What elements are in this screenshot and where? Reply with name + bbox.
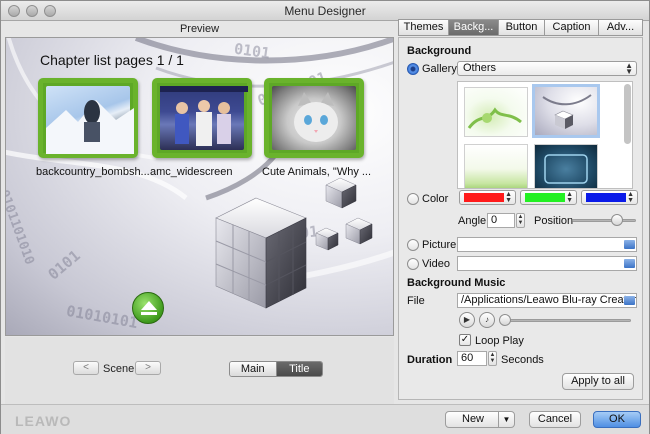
tab-background[interactable]: Backg... <box>448 19 498 36</box>
title-bar: Menu Designer <box>1 1 649 21</box>
angle-field[interactable]: 0 <box>487 213 515 228</box>
video-label-text: Video <box>422 258 450 270</box>
angle-stepper[interactable]: ▲ ▼ <box>516 213 525 228</box>
picture-label: Picture <box>422 239 457 251</box>
main-toggle-button[interactable]: Main <box>230 362 277 376</box>
chapter-thumbnail[interactable] <box>38 78 138 158</box>
gallery-label: Gallery <box>422 63 457 75</box>
music-folder-icon[interactable] <box>624 296 635 305</box>
main-title-toggle: Main Title <box>229 361 323 377</box>
gallery-scrollbar[interactable] <box>624 84 631 144</box>
select-arrows-icon: ▲ ▼ <box>627 191 634 204</box>
background-gallery <box>457 81 633 189</box>
picture-folder-icon[interactable] <box>624 240 635 249</box>
color-swatch <box>586 193 626 202</box>
settings-tabs: Themes Backg... Button Caption Adv... <box>398 19 643 37</box>
color-swatch <box>464 193 504 202</box>
new-button-label: New <box>462 413 485 425</box>
preview-canvas: 0101 01010101 0101101010 0101 01010101 0… <box>5 37 394 336</box>
background-music-section-title: Background Music <box>407 277 506 289</box>
title-toggle-button[interactable]: Title <box>276 362 322 376</box>
window-title: Menu Designer <box>284 4 366 18</box>
loop-play-label: Loop Play <box>475 335 524 347</box>
music-volume-icon[interactable]: ♪ <box>479 312 495 328</box>
duration-label: Duration <box>407 354 453 366</box>
tab-advanced[interactable]: Adv... <box>598 19 643 36</box>
select-arrows-icon: ▲ ▼ <box>505 191 512 204</box>
gallery-category-select[interactable]: Others ▲ ▼ <box>457 61 637 76</box>
tab-button[interactable]: Button <box>498 19 544 36</box>
thumbnail-image <box>46 86 134 154</box>
scene-next-button[interactable]: > <box>135 361 161 375</box>
gallery-thumbnail[interactable] <box>464 144 528 188</box>
video-path-field[interactable] <box>457 256 637 271</box>
position-slider-knob[interactable] <box>610 214 623 226</box>
select-arrows-icon: ▲ ▼ <box>566 191 573 204</box>
position-label: Position <box>534 215 574 227</box>
chapter-thumbnail[interactable] <box>152 78 252 158</box>
music-progress-track[interactable] <box>501 319 631 322</box>
picture-path-field[interactable] <box>457 237 637 252</box>
background-section-title: Background <box>407 45 472 57</box>
position-slider-track[interactable] <box>572 219 636 222</box>
color-picker-2[interactable]: ▲ ▼ <box>520 190 577 205</box>
gallery-radio[interactable] <box>407 63 419 75</box>
chapter-list-title: Chapter list pages 1 / 1 <box>40 52 184 68</box>
duration-stepper[interactable]: ▲ ▼ <box>488 351 497 366</box>
scene-controls: < Scene > Main Title <box>5 337 394 405</box>
gallery-thumbnail-selected[interactable] <box>532 84 600 138</box>
play-menu-icon[interactable] <box>132 292 164 324</box>
music-play-icon[interactable]: ▶ <box>459 312 475 328</box>
duration-unit-label: Seconds <box>501 354 544 366</box>
scene-label: Scene <box>103 363 135 375</box>
loop-play-checkbox[interactable]: ✓ <box>459 334 471 346</box>
color-radio[interactable] <box>407 193 419 205</box>
preview-header: Preview <box>179 23 220 35</box>
gallery-thumbnail[interactable] <box>464 87 528 137</box>
color-label: Color <box>422 193 449 205</box>
tab-themes[interactable]: Themes <box>398 19 448 36</box>
color-picker-3[interactable]: ▲ ▼ <box>581 190 638 205</box>
background-panel: Background Gallery Others ▲ ▼ Color ▲ ▼ ▲ ▼… <box>398 37 643 400</box>
video-radio[interactable] <box>407 258 419 270</box>
new-dropdown-arrow-icon[interactable]: ▼ <box>498 412 514 427</box>
leawo-logo: LEAWO <box>15 413 72 429</box>
picture-radio[interactable] <box>407 239 419 251</box>
gallery-category-value: Others <box>463 62 497 74</box>
menu-designer-window: Menu Designer Preview 0101 01010101 0101… <box>0 0 650 434</box>
chapter-thumbnail[interactable] <box>264 78 364 158</box>
ok-button[interactable]: OK <box>593 411 641 428</box>
apply-to-all-button[interactable]: Apply to all <box>562 373 634 390</box>
new-button[interactable]: New ▼ <box>445 411 515 428</box>
color-picker-1[interactable]: ▲ ▼ <box>459 190 516 205</box>
angle-label: Angle <box>458 215 487 227</box>
tab-caption[interactable]: Caption <box>544 19 598 36</box>
gallery-thumbnail[interactable] <box>534 144 598 188</box>
video-folder-icon[interactable] <box>624 259 635 268</box>
music-file-field[interactable]: /Applications/Leawo Blu-ray Creator <box>457 293 637 308</box>
footer-bar: LEAWO New ▼ Cancel OK <box>1 404 649 434</box>
color-swatch <box>525 193 565 202</box>
thumbnail-image <box>160 86 248 150</box>
duration-field[interactable]: 60 <box>457 351 487 366</box>
cube-graphic <box>215 177 373 309</box>
file-label: File <box>407 295 425 307</box>
scene-prev-button[interactable]: < <box>73 361 99 375</box>
music-progress-knob[interactable] <box>499 314 511 326</box>
cancel-button[interactable]: Cancel <box>529 411 581 428</box>
thumbnail-image <box>272 86 356 150</box>
thumbnail-label: backcountry_bombsh... <box>36 166 150 178</box>
select-arrows-icon: ▲ ▼ <box>625 61 633 76</box>
